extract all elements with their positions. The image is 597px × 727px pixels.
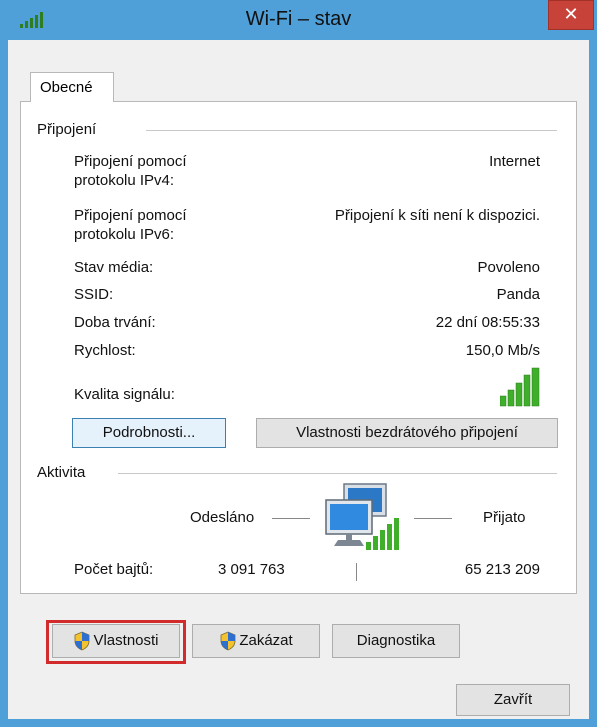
network-computers-icon	[325, 483, 399, 550]
ipv6-label-line2: protokolu IPv6:	[74, 226, 175, 243]
sent-label: Odesláno	[190, 509, 255, 526]
ssid-value: Panda	[496, 286, 540, 303]
connection-divider	[146, 130, 557, 131]
window-title: Wi-Fi – stav	[245, 8, 352, 30]
received-label: Přijato	[483, 509, 526, 526]
tab-general[interactable]: Obecné	[30, 72, 114, 102]
media-state-value: Povoleno	[477, 259, 540, 276]
signal-quality-label: Kvalita signálu:	[74, 386, 175, 403]
disable-button[interactable]: Zakázat	[192, 624, 320, 658]
bytes-received-value: 65 213 209	[464, 561, 540, 578]
wireless-properties-button[interactable]: Vlastnosti bezdrátového připojení	[256, 418, 558, 448]
connection-section-label: Připojení	[37, 121, 97, 138]
properties-button-highlight	[46, 620, 186, 664]
wifi-status-window: Wi-Fi – stav ✕ Obecné Připojení Připojen…	[0, 0, 597, 727]
activity-divider	[118, 473, 557, 474]
uac-shield-icon	[220, 631, 236, 651]
title-bar: Wi-Fi – stav ✕	[0, 0, 597, 40]
activity-section-label: Aktivita	[37, 464, 86, 481]
close-window-button[interactable]: ✕	[548, 0, 594, 30]
speed-label: Rychlost:	[74, 342, 136, 359]
speed-value: 150,0 Mb/s	[465, 342, 540, 359]
sent-line	[272, 518, 310, 519]
signal-strength-icon	[500, 367, 540, 407]
duration-label: Doba trvání:	[74, 314, 156, 331]
disable-button-label: Zakázat	[239, 632, 293, 649]
ipv4-value: Internet	[489, 153, 540, 170]
bytes-sent-value: 3 091 763	[218, 561, 285, 578]
bytes-label: Počet bajtů:	[74, 561, 154, 578]
ipv4-label-line2: protokolu IPv4:	[74, 172, 175, 189]
received-line	[414, 518, 452, 519]
ssid-label: SSID:	[74, 286, 114, 303]
duration-value: 22 dní 08:55:33	[435, 314, 540, 331]
diagnostics-button[interactable]: Diagnostika	[332, 624, 460, 658]
close-button[interactable]: Zavřít	[456, 684, 570, 716]
activity-vertical-divider	[356, 563, 357, 581]
ipv6-value: Připojení k síti není k dispozici.	[334, 207, 540, 224]
ipv4-label-line1: Připojení pomocí	[74, 153, 187, 170]
media-state-label: Stav média:	[74, 259, 154, 276]
ipv6-label-line1: Připojení pomocí	[74, 207, 187, 224]
details-button[interactable]: Podrobnosti...	[72, 418, 226, 448]
